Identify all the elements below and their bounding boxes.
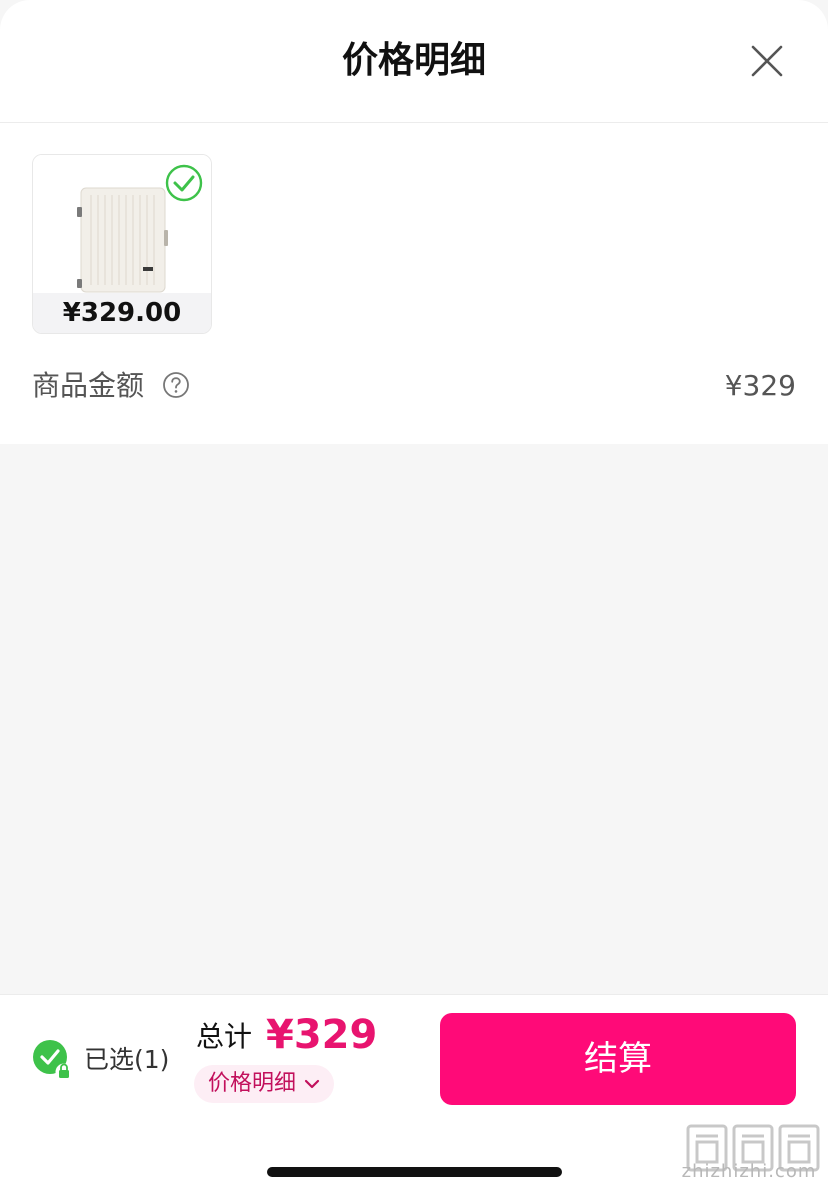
select-all-toggle[interactable]: 已选(1) <box>32 1039 182 1081</box>
price-detail-label: 价格明细 <box>208 1071 297 1096</box>
product-price: ¥329.00 <box>33 293 211 333</box>
close-icon <box>751 45 783 77</box>
product-card[interactable]: ¥329.00 <box>32 154 212 334</box>
check-circle-icon <box>165 164 203 202</box>
close-button[interactable] <box>744 38 790 84</box>
checkout-bar: 已选(1) 总计 ¥329 价格明细 结算 zhizhizhi.com <box>0 994 828 1195</box>
chevron-down-icon <box>304 1079 320 1089</box>
total-label: 总计 <box>196 1020 253 1053</box>
total-value: ¥329 <box>266 1012 378 1058</box>
goods-amount-label: 商品金额 <box>32 369 145 402</box>
watermark-text: zhizhizhi.com <box>681 1161 817 1182</box>
sheet-header: 价格明细 <box>0 0 828 123</box>
home-indicator <box>267 1167 562 1177</box>
price-detail-sheet: 价格明细 ¥329.00 商品金额 ¥329 <box>0 0 828 444</box>
question-circle-icon[interactable] <box>162 371 190 399</box>
checkout-button[interactable]: 结算 <box>440 1013 796 1105</box>
price-detail-toggle[interactable]: 价格明细 <box>194 1065 334 1103</box>
goods-amount-row: 商品金额 ¥329 <box>32 362 796 412</box>
goods-amount-value: ¥329 <box>724 369 796 402</box>
selected-count-label: 已选(1) <box>84 1045 170 1074</box>
check-circle-lock-icon <box>33 1040 73 1081</box>
page-title: 价格明细 <box>341 40 486 81</box>
